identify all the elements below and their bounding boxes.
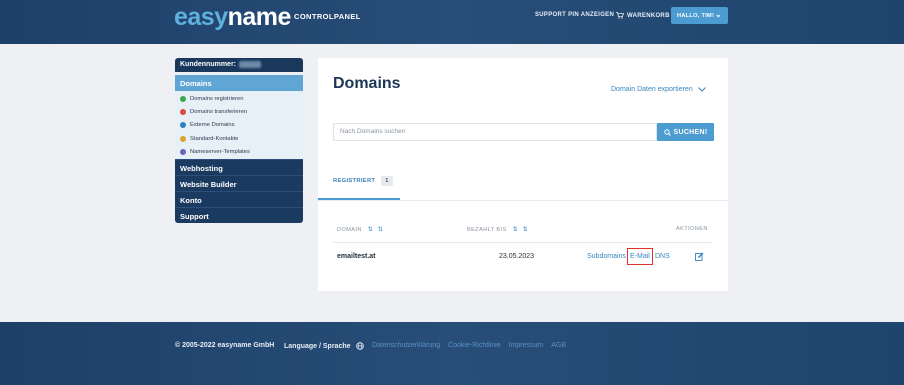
easyname-logo[interactable]: easyname xyxy=(174,4,291,30)
sidebar-item-webhosting[interactable]: Webhosting xyxy=(175,159,303,176)
page-footer: © 2005-2022 easyname GmbH Language / Spr… xyxy=(0,322,904,385)
column-header-actions: AKTIONEN xyxy=(676,226,708,232)
footer-link-imprint[interactable]: Impressum xyxy=(509,342,544,349)
email-link[interactable]: E-Mail xyxy=(627,248,653,265)
tab-divider xyxy=(318,200,728,201)
sort-asc-icon[interactable]: ⇅ xyxy=(368,226,373,233)
footer-links: Datenschutzerklärung Cookie-Richtlinie I… xyxy=(372,342,566,349)
server-icon xyxy=(180,148,186,155)
sidebar-item-domains[interactable]: Domains xyxy=(175,75,303,91)
search-button[interactable]: SUCHEN! xyxy=(657,123,714,141)
sort-desc-icon[interactable]: ⇅ xyxy=(523,226,528,233)
footer-link-terms[interactable]: AGB xyxy=(551,342,566,349)
sort-desc-icon[interactable]: ⇅ xyxy=(378,226,383,233)
contact-icon xyxy=(180,135,186,142)
cart-label: WARENKORB xyxy=(627,12,670,19)
search-button-label: SUCHEN! xyxy=(673,128,708,136)
edit-icon[interactable] xyxy=(695,252,704,261)
domain-name[interactable]: emailtest.at xyxy=(337,253,376,260)
globe-icon xyxy=(180,122,186,129)
support-pin-link[interactable]: SUPPORT PIN ANZEIGEN xyxy=(535,12,614,18)
search-input[interactable]: Nach Domains suchen xyxy=(333,123,657,141)
footer-link-privacy[interactable]: Datenschutzerklärung xyxy=(372,342,440,349)
sidebar-subitem-nameserver[interactable]: Nameserver-Templates xyxy=(175,145,303,158)
export-dropdown[interactable]: Domain Daten exportieren xyxy=(611,86,706,93)
table-row: emailtest.at 23.05.2023 Subdomains E-Mai… xyxy=(333,242,713,270)
search-icon xyxy=(663,128,671,136)
plus-icon xyxy=(180,95,186,102)
transfer-icon xyxy=(180,108,186,115)
sidebar-nav: Kundennummer: Domains Domains registrier… xyxy=(175,58,303,224)
sidebar-item-konto[interactable]: Konto xyxy=(175,191,303,208)
globe-icon xyxy=(355,342,364,350)
cart-icon xyxy=(616,12,624,19)
customer-number: Kundennummer: xyxy=(175,58,303,72)
chevron-down-icon xyxy=(697,87,706,92)
sidebar-subitem-external[interactable]: Externe Domains xyxy=(175,119,303,132)
domains-submenu: Domains registrieren Domains transferier… xyxy=(175,91,303,160)
sort-asc-icon[interactable]: ⇅ xyxy=(513,226,518,233)
column-header-domain: DOMAIN ⇅ ⇅ xyxy=(337,226,383,234)
sidebar-item-website-builder[interactable]: Website Builder xyxy=(175,175,303,192)
sidebar-subitem-register[interactable]: Domains registrieren xyxy=(175,92,303,105)
chevron-down-icon: ⌄ xyxy=(714,10,722,19)
subdomains-link[interactable]: Subdomains xyxy=(587,253,626,260)
tab-count-badge: 1 xyxy=(381,176,393,186)
page-title: Domains xyxy=(333,75,401,92)
tab-registered-label: REGISTRIERT xyxy=(333,178,376,184)
domains-panel: Domains Domain Daten exportieren Nach Do… xyxy=(318,58,728,291)
top-header: easyname CONTROLPANEL SUPPORT PIN ANZEIG… xyxy=(0,0,904,44)
customer-number-redacted xyxy=(239,61,261,68)
controlpanel-label: CONTROLPANEL xyxy=(294,12,361,21)
cart-link[interactable]: WARENKORB xyxy=(616,12,670,19)
paid-until-date: 23.05.2023 xyxy=(499,253,535,260)
column-header-paid-until: BEZAHLT BIS ⇅ ⇅ xyxy=(467,226,528,234)
export-label: Domain Daten exportieren xyxy=(611,86,693,93)
tab-registered[interactable]: REGISTRIERT 1 xyxy=(333,176,393,186)
sidebar-subitem-transfer[interactable]: Domains transferieren xyxy=(175,105,303,118)
footer-link-cookies[interactable]: Cookie-Richtlinie xyxy=(448,342,501,349)
user-menu-button[interactable]: HALLO, TIM! ⌄ xyxy=(671,7,728,24)
dns-link[interactable]: DNS xyxy=(655,253,670,260)
language-selector[interactable]: Language / Sprache xyxy=(284,342,364,350)
language-label: Language / Sprache xyxy=(284,342,351,350)
user-greeting: HALLO, TIM! xyxy=(677,12,715,19)
sidebar-subitem-contacts[interactable]: Standard-Kontakte xyxy=(175,132,303,145)
copyright-text: © 2005-2022 easyname GmbH xyxy=(175,342,275,349)
sidebar-item-support[interactable]: Support xyxy=(175,207,303,224)
